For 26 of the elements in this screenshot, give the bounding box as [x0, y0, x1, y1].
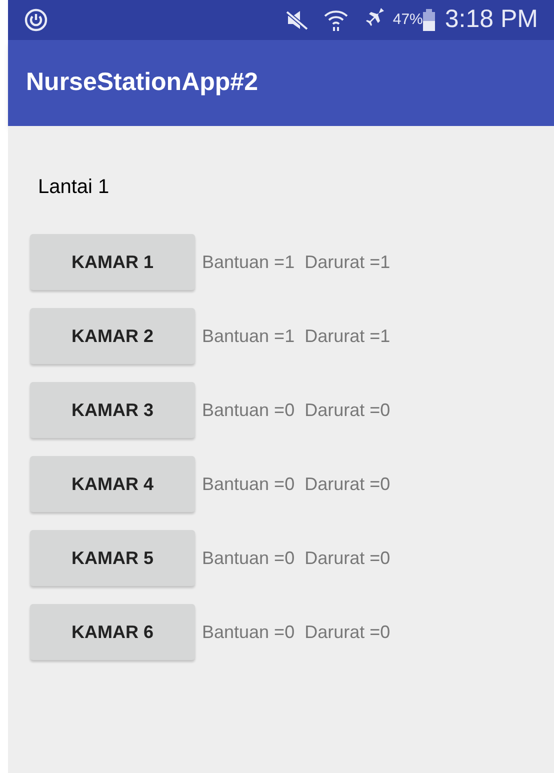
- wifi-icon: [322, 8, 349, 32]
- mute-icon: [284, 9, 309, 31]
- room-button[interactable]: KAMAR 6: [30, 604, 195, 660]
- help-status: Bantuan =1: [202, 324, 295, 348]
- room-button[interactable]: KAMAR 1: [30, 234, 195, 290]
- emergency-status: Darurat =0: [304, 546, 390, 570]
- battery-percent: 47%: [392, 10, 423, 30]
- battery-icon: [422, 9, 435, 31]
- room-button[interactable]: KAMAR 2: [30, 308, 195, 364]
- help-status: Bantuan =0: [202, 472, 295, 496]
- floor-label: Lantai 1: [37, 175, 110, 200]
- emergency-status: Darurat =1: [304, 324, 390, 348]
- emergency-status: Darurat =0: [304, 472, 390, 496]
- help-status: Bantuan =0: [202, 398, 295, 422]
- room-button[interactable]: KAMAR 5: [30, 530, 195, 586]
- clock: 3:18 PM: [444, 4, 538, 36]
- emergency-status: Darurat =0: [304, 620, 390, 644]
- help-status: Bantuan =0: [202, 620, 295, 644]
- emergency-status: Darurat =1: [304, 250, 390, 274]
- help-status: Bantuan =0: [202, 546, 295, 570]
- help-status: Bantuan =1: [202, 250, 295, 274]
- app-title: NurseStationApp#2: [26, 67, 258, 98]
- room-button[interactable]: KAMAR 3: [30, 382, 195, 438]
- power-icon: [24, 8, 48, 32]
- emergency-status: Darurat =0: [304, 398, 390, 422]
- room-button[interactable]: KAMAR 4: [30, 456, 195, 512]
